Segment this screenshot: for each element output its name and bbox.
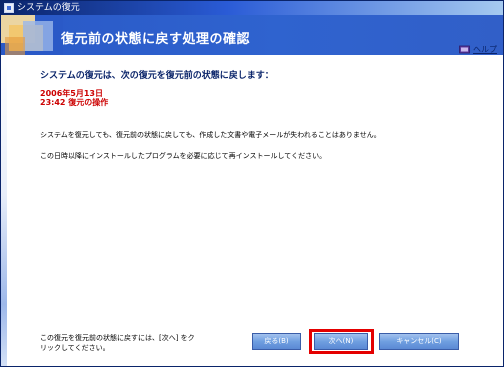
header-graphic	[1, 15, 63, 55]
footer-instruction: この復元を復元前の状態に戻すには、[次へ] をク リックしてください。	[40, 333, 230, 353]
title-bar[interactable]: システムの復元	[1, 1, 503, 15]
next-button[interactable]: 次へ(N)	[314, 333, 368, 350]
content-area: システムの復元は、次の復元を復元前の状態に戻します： 2006年5月13日 23…	[40, 68, 493, 160]
back-button[interactable]: 戻る(B)	[252, 333, 301, 350]
footer-line-1: この復元を復元前の状態に戻すには、[次へ] をク	[40, 334, 195, 342]
footer-line-2: リックしてください。	[40, 344, 110, 352]
restore-point-description: 23:42 復元の操作	[40, 98, 109, 107]
restore-point-date: 2006年5月13日	[40, 89, 103, 98]
system-restore-icon	[4, 3, 14, 13]
info-paragraph-2: この日時以降にインストールしたプログラムを必要に応じて再インストールしてください…	[40, 152, 327, 160]
system-restore-window: システムの復元 復元前の状態に戻す処理の確認 ヘルプ システムの復元は、次の復元…	[0, 0, 504, 367]
cancel-button[interactable]: キャンセル(C)	[379, 333, 459, 350]
help-link[interactable]: ヘルプ	[459, 44, 497, 55]
intro-text: システムの復元は、次の復元を復元前の状態に戻します：	[40, 71, 274, 81]
info-paragraph-1: システムを復元しても、復元前の状態に戻しても、作成した文書や電子メールが失われる…	[40, 131, 381, 139]
help-label: ヘルプ	[473, 45, 497, 54]
left-decoration-strip	[1, 55, 7, 366]
header-banner: 復元前の状態に戻す処理の確認	[1, 15, 503, 55]
page-title: 復元前の状態に戻す処理の確認	[61, 32, 251, 47]
window-title: システムの復元	[17, 3, 80, 13]
help-book-icon	[459, 45, 470, 54]
